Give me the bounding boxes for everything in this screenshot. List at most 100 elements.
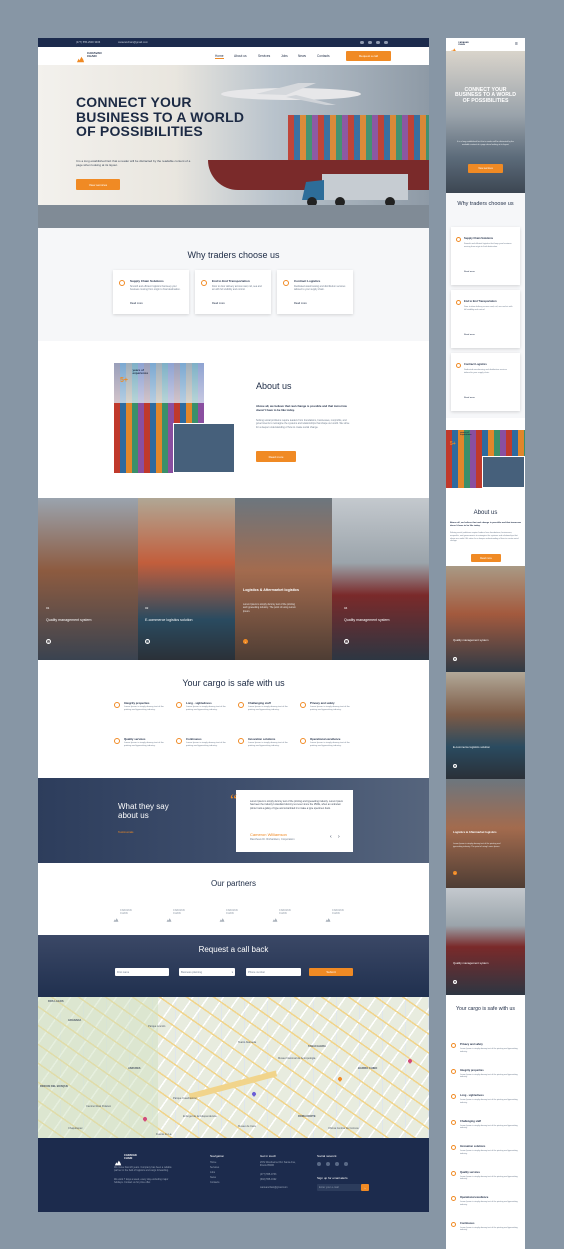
mobile-logo-icon[interactable] <box>450 41 457 53</box>
testimonial-title: What they say about us <box>118 802 169 821</box>
mobile-page: CARAVAN CHAIN ≡ CONNECT YOUR BUSINESS TO A… <box>446 38 525 1249</box>
partner-logo[interactable]: CARAVAN CHAIN <box>166 907 200 922</box>
footer-phone1[interactable]: (477) 555-0733 <box>260 1173 276 1176</box>
submit-button[interactable]: Submit <box>309 968 353 976</box>
testimonial-link[interactable]: Testimonials <box>118 830 133 834</box>
linkedin-icon[interactable] <box>344 1162 348 1166</box>
service-panel[interactable]: 02 E-commerce logistics solution › <box>138 498 235 660</box>
footer-phone2[interactable]: (602) 555-0192 <box>260 1178 276 1181</box>
mobile-service-panel-active[interactable]: Logistics & Aftermarket logistics Lorem … <box>446 779 525 888</box>
arrow-right-icon[interactable]: › <box>453 764 457 768</box>
instagram-icon[interactable] <box>335 1162 339 1166</box>
why-card-more[interactable]: Read more <box>294 302 307 305</box>
topbar-phone[interactable]: (477) 555-2930 3466 <box>76 41 100 44</box>
partner-logo-text: CARAVAN CHAIN <box>120 910 132 915</box>
nav-services[interactable]: Services <box>258 54 270 58</box>
hamburger-menu-icon[interactable]: ≡ <box>515 42 518 47</box>
why-card-text: Dedicated warehousing and distribution s… <box>294 285 346 292</box>
nav-contacts[interactable]: Contacts <box>317 54 330 58</box>
subscribe-email-input[interactable]: Enter your e-mail <box>317 1184 361 1191</box>
facebook-icon[interactable] <box>317 1162 321 1166</box>
footer-nav-title: Navigation <box>210 1154 225 1158</box>
logo-camel-icon[interactable] <box>76 51 85 63</box>
service-title: E-commerce logistics solution <box>145 618 193 622</box>
footer-logo-icon[interactable] <box>114 1154 122 1166</box>
arrow-right-icon[interactable]: › <box>145 639 150 644</box>
footer-social-title: Social network <box>317 1154 337 1158</box>
callback-title: Request a call back <box>198 945 269 954</box>
request-call-button[interactable]: Request a call <box>346 51 391 61</box>
facebook-icon[interactable] <box>360 40 364 44</box>
nav-news[interactable]: News <box>298 54 306 58</box>
partner-logo-line: CHAIN <box>332 912 340 915</box>
footer-email[interactable]: caravanchain@gmail.com <box>260 1186 288 1189</box>
mobile-why-card-more[interactable]: Read more <box>464 334 475 336</box>
partner-logo-icon <box>113 910 119 922</box>
feature-title: Continuous <box>186 737 202 741</box>
mobile-feature-text: Lorem Ipsum is simply dummy text of the … <box>460 1124 518 1130</box>
mobile-why-card-text: Door to door delivery across road, rail,… <box>464 306 513 311</box>
feature-title: Privacy and safety <box>310 701 335 705</box>
mobile-service-panel[interactable]: E-commerce logistics solution › <box>446 672 525 779</box>
partner-logo-line: CHAIN <box>279 912 287 915</box>
nav-jobs[interactable]: Jobs <box>281 54 288 58</box>
map[interactable]: DOS LAGOS GRANADA Parque Lincoln Teatro Ala… <box>38 997 429 1138</box>
instagram-icon[interactable] <box>376 40 380 44</box>
footer-nav-item[interactable]: Jobs <box>210 1171 215 1174</box>
partner-logo[interactable]: CARAVAN CHAIN <box>219 907 253 922</box>
partner-logo[interactable]: CARAVAN CHAIN <box>272 907 306 922</box>
mobile-why-card-more[interactable]: Read more <box>464 271 475 273</box>
testimonial-section: What they say about us Testimonials “ Lor… <box>38 778 429 863</box>
why-card[interactable]: Contract Logistics Dedicated warehousing… <box>277 270 353 314</box>
twitter-icon[interactable] <box>368 40 372 44</box>
next-arrow-icon[interactable]: › <box>338 834 340 840</box>
arrow-right-icon[interactable]: › <box>453 871 457 875</box>
map-pin-icon[interactable] <box>337 1076 343 1082</box>
view-services-button[interactable]: View services <box>76 179 120 190</box>
arrow-right-icon[interactable]: › <box>453 657 457 661</box>
footer-nav-item[interactable]: News <box>210 1176 216 1179</box>
mobile-service-panel[interactable]: Quality management system › <box>446 566 525 672</box>
service-panel-active[interactable]: Logistics & Aftermarket logistics Lorem … <box>235 498 332 660</box>
arrow-right-icon[interactable]: › <box>344 639 349 644</box>
service-panel[interactable]: 04 Quality management system › <box>332 498 429 660</box>
mobile-about-read-more[interactable]: Read more <box>471 554 501 562</box>
mobile-feature-title: Operational excellence <box>460 1196 489 1199</box>
mobile-service-panel[interactable]: Quality management system › <box>446 888 525 995</box>
topbar-email[interactable]: caravanchain@gmail.com <box>118 41 148 44</box>
map-pin-icon[interactable] <box>407 1058 413 1064</box>
feature-icon <box>114 738 120 744</box>
footer-nav-item[interactable]: Services <box>210 1166 219 1169</box>
partner-logo[interactable]: CARAVAN CHAIN <box>113 907 147 922</box>
nav-home[interactable]: Home <box>215 54 224 59</box>
arrow-right-icon[interactable]: › <box>46 639 51 644</box>
mobile-why-card[interactable]: Supply Chain Solutions Smooth and efficie… <box>451 227 520 285</box>
twitter-icon[interactable] <box>326 1162 330 1166</box>
partner-logo[interactable]: CARAVAN CHAIN <box>325 907 359 922</box>
linkedin-icon[interactable] <box>384 40 388 44</box>
why-card-more[interactable]: Read more <box>130 302 143 305</box>
mobile-why-card-more[interactable]: Read more <box>464 397 475 399</box>
about-section: 5+ years of experience About us Above all… <box>38 341 429 498</box>
prev-arrow-icon[interactable]: ‹ <box>330 834 332 840</box>
why-card[interactable]: End to End Transportation Door to door d… <box>195 270 271 314</box>
mobile-why-card[interactable]: End to End Transportation Door to door de… <box>451 290 520 348</box>
mobile-view-services-button[interactable]: View services <box>468 164 503 173</box>
business-planning-select[interactable]: Business planning ▾ <box>179 968 235 976</box>
nav-about[interactable]: About us <box>234 54 247 58</box>
footer-nav-item[interactable]: Home <box>210 1161 216 1164</box>
safe-title: Your cargo is safe with us <box>182 678 285 688</box>
service-panel[interactable]: 01 Quality management system › <box>38 498 138 660</box>
about-read-more-button[interactable]: Read more <box>256 451 296 462</box>
footer-nav-item[interactable]: Contacts <box>210 1181 219 1184</box>
mobile-feature-icon <box>451 1094 456 1099</box>
subscribe-arrow-button[interactable]: › <box>361 1184 369 1191</box>
why-card-more[interactable]: Read more <box>212 302 225 305</box>
arrow-right-icon[interactable]: › <box>243 639 248 644</box>
why-card[interactable]: Supply Chain Solutions Smooth and effici… <box>113 270 189 314</box>
map-pin-icon[interactable] <box>251 1091 257 1097</box>
phone-number-input[interactable]: Phone number <box>246 968 301 976</box>
first-name-input[interactable]: First name <box>115 968 169 976</box>
mobile-why-card[interactable]: Contract Logistics Dedicated warehousing … <box>451 353 520 411</box>
arrow-right-icon[interactable]: › <box>453 980 457 984</box>
